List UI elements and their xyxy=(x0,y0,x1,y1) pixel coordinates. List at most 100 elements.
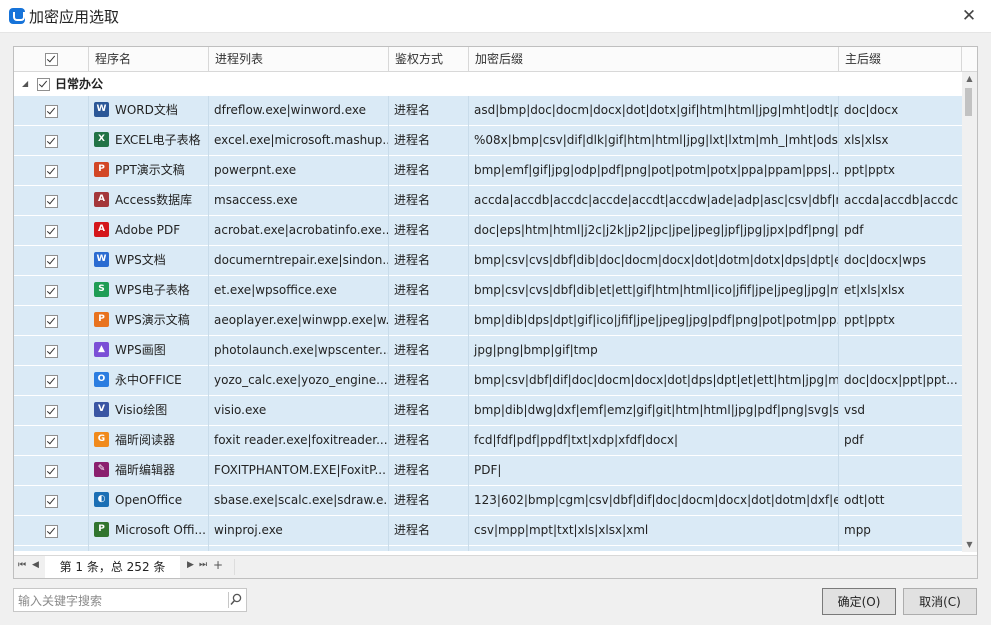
first-page-icon[interactable]: ⏮ xyxy=(18,560,26,570)
row-checkbox[interactable] xyxy=(45,465,58,478)
rows-container: W WORD文档 dfreflow.exe|winword.exe 进程名 asd|bm… xyxy=(14,96,962,551)
group-row[interactable]: ◢ 日常办公 xyxy=(14,72,962,96)
row-checkbox-cell[interactable] xyxy=(14,186,89,216)
app-name-cell xyxy=(89,546,209,551)
row-checkbox-cell[interactable] xyxy=(14,216,89,246)
cancel-button[interactable]: 取消(C) xyxy=(903,588,977,615)
word-icon: W xyxy=(94,101,109,117)
search-icon[interactable] xyxy=(228,592,243,608)
table-row[interactable]: G 福昕阅读器 foxit reader.exe|foxitreader.... 进程… xyxy=(14,426,962,456)
row-checkbox-cell[interactable] xyxy=(14,246,89,276)
row-checkbox-cell[interactable] xyxy=(14,516,89,546)
main-extension-cell: odt|ott xyxy=(844,493,885,507)
column-header-process[interactable]: 进程列表 xyxy=(209,47,389,71)
prev-page-icon[interactable]: ◀ xyxy=(32,560,39,570)
ok-button[interactable]: 确定(O) xyxy=(822,588,896,615)
main-extension-cell: doc|docx|ppt|ppt... xyxy=(844,373,958,387)
extensions-cell: bmp|csv|dbf|dif|doc|docm|docx|dot|dps|dp… xyxy=(469,366,839,396)
table-row[interactable]: V Visio绘图 visio.exe 进程名 bmp|dib|dwg|dxf|emf|… xyxy=(14,396,962,426)
collapse-triangle-icon[interactable]: ◢ xyxy=(22,72,28,96)
app-name-cell: W WPS文档 xyxy=(89,246,209,276)
column-header-auth[interactable]: 鉴权方式 xyxy=(389,47,469,71)
select-all-checkbox-cell[interactable] xyxy=(14,47,89,71)
extensions-cell: fcd|fdf|pdf|ppdf|txt|xdp|xfdf|docx| xyxy=(469,426,839,456)
row-checkbox[interactable] xyxy=(45,285,58,298)
table-row[interactable]: S WPS电子表格 et.exe|wpsoffice.exe 进程名 bmp|csv|c… xyxy=(14,276,962,306)
row-checkbox[interactable] xyxy=(45,435,58,448)
row-checkbox-cell[interactable] xyxy=(14,426,89,456)
extensions-cell: accda|accdb|accdc|accde|accdt|accdw|ade|… xyxy=(469,186,839,216)
pager: ⏮ ◀ 第 1 条，总 252 条 ▶ ⏭ + xyxy=(14,555,977,578)
row-checkbox[interactable] xyxy=(45,255,58,268)
extensions-cell: doc|eps|htm|html|j2c|j2k|jp2|jpc|jpe|jpe… xyxy=(469,216,839,246)
last-page-icon[interactable]: ⏭ xyxy=(199,560,207,570)
scrollbar-thumb[interactable] xyxy=(965,88,972,116)
row-checkbox[interactable] xyxy=(45,495,58,508)
powerpoint-icon: P xyxy=(94,161,109,177)
row-checkbox-cell[interactable] xyxy=(14,126,89,156)
row-checkbox[interactable] xyxy=(45,405,58,418)
table-row[interactable] xyxy=(14,546,962,551)
wps-writer-icon: W xyxy=(94,251,109,267)
next-page-icon[interactable]: ▶ xyxy=(187,560,194,570)
main-extension-cell xyxy=(839,546,962,551)
row-checkbox[interactable] xyxy=(45,375,58,388)
select-all-checkbox[interactable] xyxy=(45,53,58,66)
row-checkbox-cell[interactable] xyxy=(14,456,89,486)
app-name: 福昕编辑器 xyxy=(115,463,176,477)
process-list-cell: powerpnt.exe xyxy=(209,156,389,186)
row-checkbox-cell[interactable] xyxy=(14,336,89,366)
row-checkbox[interactable] xyxy=(45,195,58,208)
process-list-cell: documerntrepair.exe|sindon... xyxy=(209,246,389,276)
app-name: EXCEL电子表格 xyxy=(115,133,201,147)
row-checkbox-cell[interactable] xyxy=(14,486,89,516)
scroll-down-icon[interactable]: ▼ xyxy=(962,538,977,552)
column-header-main-extension[interactable]: 主后缀 xyxy=(839,47,962,71)
extensions-cell: bmp|csv|cvs|dbf|dib|doc|docm|docx|dot|do… xyxy=(469,246,839,276)
table-row[interactable]: ◐ OpenOffice sbase.exe|scalc.exe|sdraw.e..… xyxy=(14,486,962,516)
app-name-cell: W WORD文档 xyxy=(89,96,209,126)
table-row[interactable]: O 永中OFFICE yozo_calc.exe|yozo_engine.... 进程… xyxy=(14,366,962,396)
row-checkbox-cell[interactable] xyxy=(14,366,89,396)
search-input[interactable] xyxy=(14,589,235,613)
group-checkbox[interactable] xyxy=(37,78,50,91)
row-checkbox[interactable] xyxy=(45,225,58,238)
table-row[interactable]: A Access数据库 msaccess.exe 进程名 accda|accdb|acc… xyxy=(14,186,962,216)
search-box[interactable] xyxy=(13,588,247,613)
process-list-cell: photolaunch.exe|wpscenter.... xyxy=(209,336,389,366)
process-list-cell: sbase.exe|scalc.exe|sdraw.e... xyxy=(209,486,389,516)
column-header-extensions[interactable]: 加密后缀 xyxy=(469,47,839,71)
table-row[interactable]: P Microsoft Offi... winproj.exe 进程名 csv|mpp|… xyxy=(14,516,962,546)
process-list-cell: aeoplayer.exe|winwpp.exe|w... xyxy=(209,306,389,336)
add-icon[interactable]: + xyxy=(213,558,223,572)
row-checkbox-cell[interactable] xyxy=(14,306,89,336)
close-icon[interactable]: ✕ xyxy=(947,0,991,32)
scroll-up-icon[interactable]: ▲ xyxy=(962,72,977,86)
column-header-name[interactable]: 程序名 xyxy=(89,47,209,71)
vertical-scrollbar[interactable]: ▲ ▼ xyxy=(962,72,977,552)
row-checkbox-cell[interactable] xyxy=(14,96,89,126)
row-checkbox-cell[interactable] xyxy=(14,156,89,186)
row-checkbox[interactable] xyxy=(45,135,58,148)
horizontal-scrollbar[interactable] xyxy=(234,559,972,575)
row-checkbox-cell[interactable] xyxy=(14,396,89,426)
row-checkbox[interactable] xyxy=(45,165,58,178)
table-row[interactable]: A Adobe PDF acrobat.exe|acrobatinfo.exe...… xyxy=(14,216,962,246)
extensions-cell: bmp|csv|cvs|dbf|dib|et|ett|gif|htm|html|… xyxy=(469,276,839,306)
app-name-cell: P PPT演示文稿 xyxy=(89,156,209,186)
table-row[interactable]: W WPS文档 documerntrepair.exe|sindon... 进程名 bm… xyxy=(14,246,962,276)
app-name: WPS演示文稿 xyxy=(115,313,190,327)
row-checkbox-cell[interactable] xyxy=(14,276,89,306)
row-checkbox[interactable] xyxy=(45,105,58,118)
row-checkbox[interactable] xyxy=(45,525,58,538)
table-row[interactable]: X EXCEL电子表格 excel.exe|microsoft.mashup....… xyxy=(14,126,962,156)
table-row[interactable]: ✎ 福昕编辑器 FOXITPHANTOM.EXE|FoxitP... 进程名 PDF| xyxy=(14,456,962,486)
row-checkbox[interactable] xyxy=(45,315,58,328)
row-checkbox[interactable] xyxy=(45,345,58,358)
table-row[interactable]: P WPS演示文稿 aeoplayer.exe|winwpp.exe|w... 进程名… xyxy=(14,306,962,336)
table-row[interactable]: ▲ WPS画图 photolaunch.exe|wpscenter.... 进程名 jp… xyxy=(14,336,962,366)
table-row[interactable]: W WORD文档 dfreflow.exe|winword.exe 进程名 asd|bm… xyxy=(14,96,962,126)
table-row[interactable]: P PPT演示文稿 powerpnt.exe 进程名 bmp|emf|gif|jpg|o… xyxy=(14,156,962,186)
row-checkbox-cell[interactable] xyxy=(14,546,89,551)
auth-method-cell: 进程名 xyxy=(389,216,469,246)
